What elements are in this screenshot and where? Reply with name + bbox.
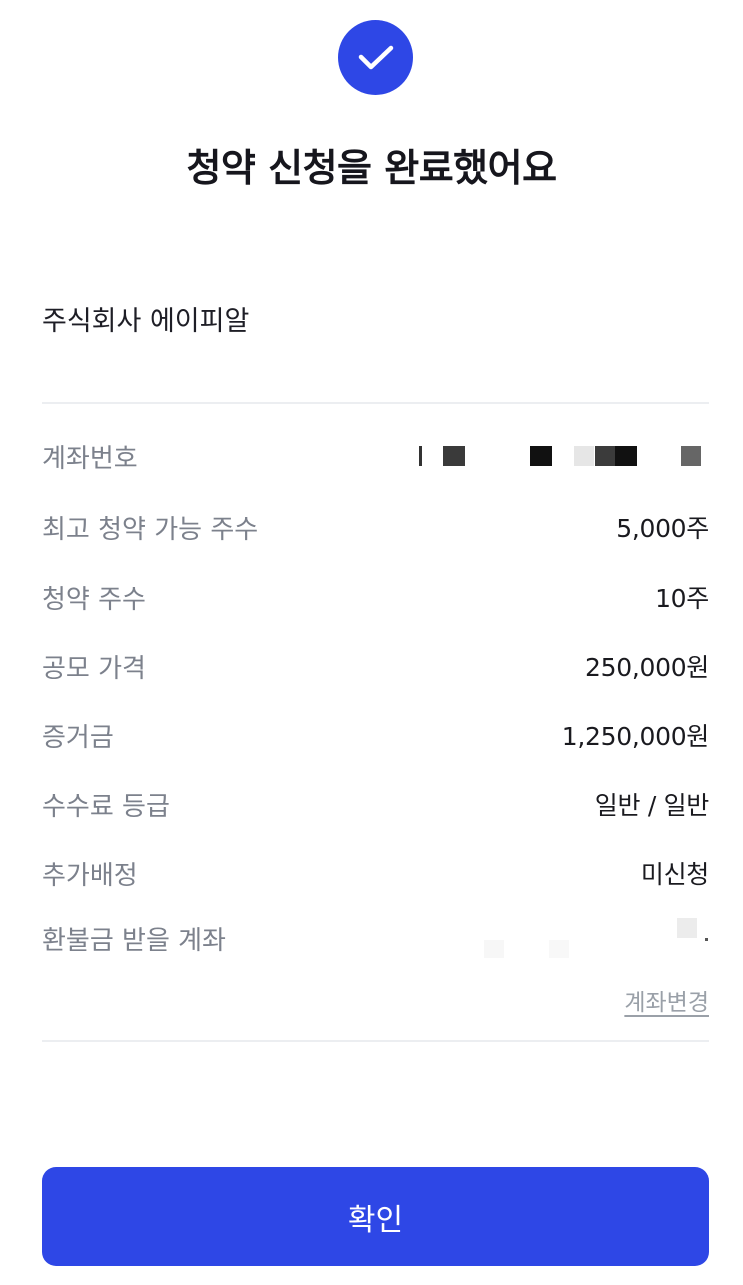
check-icon	[358, 45, 393, 69]
refund-account-row: 환불금 받을 계좌	[42, 913, 709, 963]
page-title: 청약 신청을 완료했어요	[186, 146, 557, 190]
refund-account-mask-faint	[484, 940, 504, 958]
offering-price-label: 공모 가격	[42, 653, 146, 684]
offering-price-value: 250,000원	[585, 653, 709, 682]
refund-account-mask	[677, 918, 697, 938]
additional-allocation-value: 미신청	[640, 860, 709, 889]
deposit-value: 1,250,000원	[561, 722, 710, 751]
top-divider	[42, 402, 709, 404]
company-name: 주식회사 에이피알	[42, 300, 252, 344]
change-account-link[interactable]: 계좌변경	[624, 983, 709, 1017]
fee-grade-label: 수수료 등급	[42, 791, 170, 822]
max-shares-label: 최고 청약 가능 주수	[42, 514, 259, 545]
success-check-icon	[338, 20, 413, 95]
fee-grade-value: 일반 / 일반	[594, 791, 710, 820]
account-number-label: 계좌번호	[42, 443, 138, 474]
account-number-row: 계좌번호	[42, 431, 709, 481]
subscribed-shares-value: 10주	[655, 584, 709, 613]
deposit-row: 증거금 1,250,000원	[42, 710, 709, 760]
refund-account-label: 환불금 받을 계좌	[42, 925, 226, 956]
bottom-divider	[42, 1040, 709, 1042]
refund-account-mask-faint-2	[549, 940, 569, 958]
max-shares-value: 5,000주	[616, 514, 709, 543]
account-number-masked	[419, 443, 709, 469]
additional-allocation-row: 추가배정 미신청	[42, 848, 709, 898]
subscribed-shares-label: 청약 주수	[42, 584, 146, 615]
additional-allocation-label: 추가배정	[42, 860, 138, 891]
max-shares-row: 최고 청약 가능 주수 5,000주	[42, 502, 709, 552]
confirm-button[interactable]: 확인	[42, 1167, 709, 1266]
subscribed-shares-row: 청약 주수 10주	[42, 572, 709, 622]
deposit-label: 증거금	[42, 722, 114, 753]
company-name-text: 주식회사 에이피알	[42, 306, 250, 337]
offering-price-row: 공모 가격 250,000원	[42, 641, 709, 691]
fee-grade-row: 수수료 등급 일반 / 일반	[42, 779, 709, 829]
refund-account-mask-dot	[705, 938, 708, 941]
